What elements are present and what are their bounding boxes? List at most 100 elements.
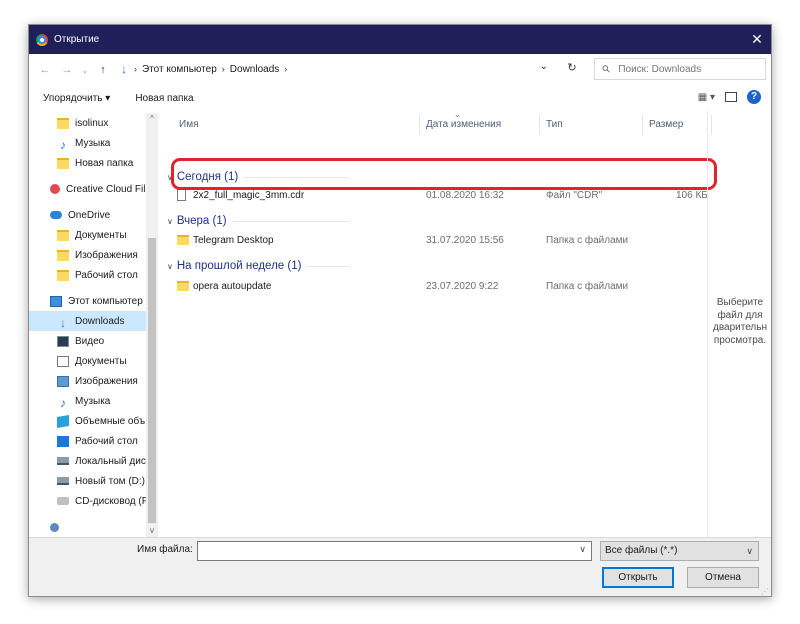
filetype-select[interactable]: Все файлы (*.*) ∨ <box>600 541 759 561</box>
folder-icon <box>177 281 189 291</box>
navigation-pane: isolinux ♪ Музыка Новая папка Creative Cl… <box>29 113 159 537</box>
drive-icon <box>57 477 69 485</box>
sidebar-item-music[interactable]: ♪ Музыка <box>29 133 146 153</box>
organize-button[interactable]: Упорядочить ▾ <box>43 93 110 104</box>
video-icon <box>57 335 69 347</box>
view-options-icon[interactable]: ▦ ▾ <box>698 92 715 103</box>
sidebar-item-video[interactable]: Видео <box>29 331 146 351</box>
group-divider <box>232 220 349 222</box>
search-box[interactable]: ⚲ <box>594 58 766 80</box>
filename-label: Имя файла: <box>137 544 193 555</box>
file-type: Папка с файлами <box>546 235 629 246</box>
file-list: ⌄ Имя Дата изменения Тип Размер ∨ Сегодн… <box>159 110 712 537</box>
folder-row[interactable]: Telegram Desktop 31.07.2020 15:56 Папка … <box>171 231 696 251</box>
toolbar: Упорядочить ▾ Новая папка ▦ ▾ ? <box>29 86 771 111</box>
filename-input[interactable] <box>198 542 568 560</box>
open-file-dialog: Открытие ✕ ← → ⌄ ↑ ↓ › Этот компьютер › … <box>28 24 772 597</box>
column-headers: ⌄ Имя Дата изменения Тип Размер <box>159 110 712 139</box>
column-type[interactable]: Тип <box>546 119 563 130</box>
help-icon[interactable]: ? <box>747 90 761 104</box>
folder-icon <box>57 269 69 281</box>
file-date: 01.08.2020 16:32 <box>426 190 504 201</box>
column-separator[interactable] <box>539 115 540 135</box>
forward-button[interactable]: → <box>59 62 75 78</box>
dialog-footer: Имя файла: ∨ Все файлы (*.*) ∨ Открыть О… <box>29 537 771 596</box>
file-name: opera autoupdate <box>193 281 272 292</box>
cancel-button[interactable]: Отмена <box>687 567 759 588</box>
chevron-down-icon[interactable]: ∨ <box>579 544 586 555</box>
sidebar-item-onedrive[interactable]: OneDrive <box>29 205 146 225</box>
scroll-down-icon[interactable]: v <box>146 525 158 537</box>
recent-locations-button[interactable]: ⌄ <box>77 62 93 78</box>
sidebar-item-onedrive-images[interactable]: Изображения <box>29 245 146 265</box>
download-icon: ↓ <box>121 62 127 76</box>
address-dropdown-icon[interactable]: ⌄ <box>540 61 548 72</box>
folder-icon <box>57 249 69 261</box>
column-separator[interactable] <box>642 115 643 135</box>
group-header-yesterday[interactable]: ∨ Вчера (1) <box>167 213 349 229</box>
sidebar-item-images[interactable]: Изображения <box>29 371 146 391</box>
sidebar-item-desktop[interactable]: Рабочий стол <box>29 431 146 451</box>
scroll-up-icon[interactable]: ^ <box>146 113 158 125</box>
column-size[interactable]: Размер <box>649 119 683 130</box>
sidebar-item-cd-drive[interactable]: CD-дисковод (F <box>29 491 146 511</box>
group-header-last-week[interactable]: ∨ На прошлой неделе (1) <box>167 258 349 274</box>
sidebar-item-network-partial[interactable] <box>29 517 146 537</box>
scrollbar-thumb[interactable] <box>148 238 156 523</box>
column-separator[interactable] <box>419 115 420 135</box>
folder-icon <box>177 235 189 245</box>
group-header-today[interactable]: ∨ Сегодня (1) <box>167 169 349 185</box>
navigation-bar: ← → ⌄ ↑ ↓ › Этот компьютер › Downloads ›… <box>29 54 771 86</box>
new-folder-button[interactable]: Новая папка <box>135 93 193 104</box>
file-name: 2x2_full_magic_3mm.cdr <box>193 190 305 201</box>
computer-icon <box>50 295 62 307</box>
address-separator: › <box>134 64 137 74</box>
preview-message: Выберите файл для дварительн просмотра. <box>712 297 767 346</box>
image-icon <box>57 375 69 387</box>
chrome-icon <box>36 33 48 46</box>
file-date: 23.07.2020 9:22 <box>426 281 499 292</box>
local-disk-icon <box>57 457 69 465</box>
address-segment-computer[interactable]: Этот компьютер <box>142 64 217 75</box>
folder-row[interactable]: opera autoupdate 23.07.2020 9:22 Папка с… <box>171 277 696 297</box>
sidebar-item-this-pc[interactable]: Этот компьютер <box>29 291 146 311</box>
file-size: 106 КБ <box>676 190 708 201</box>
sidebar-item-volume-d[interactable]: Новый том (D:) <box>29 471 146 491</box>
open-button[interactable]: Открыть <box>602 567 674 588</box>
address-separator: › <box>221 64 225 74</box>
sidebar-item-music-pc[interactable]: ♪ Музыка <box>29 391 146 411</box>
sidebar-item-creative-cloud[interactable]: Creative Cloud Fil <box>29 179 146 199</box>
folder-icon <box>57 157 69 169</box>
refresh-button[interactable]: ↻ <box>564 61 580 77</box>
column-date[interactable]: Дата изменения <box>426 119 501 130</box>
resize-grip-icon[interactable]: ⋰ <box>761 587 769 596</box>
view-controls: ▦ ▾ ? <box>698 90 761 104</box>
sidebar-scrollbar[interactable]: ^ v <box>146 113 158 537</box>
close-button[interactable]: ✕ <box>749 31 765 47</box>
sidebar-item-downloads[interactable]: ↓ Downloads <box>29 311 146 331</box>
filename-combobox[interactable]: ∨ <box>197 541 592 561</box>
sidebar-item-local-disk[interactable]: Локальный дис <box>29 451 146 471</box>
address-segment-downloads[interactable]: Downloads <box>230 64 279 75</box>
back-button[interactable]: ← <box>37 62 53 78</box>
up-button[interactable]: ↑ <box>95 62 111 78</box>
search-input[interactable] <box>618 63 749 75</box>
sidebar-item-3d-objects[interactable]: Объемные объ <box>29 411 146 431</box>
chevron-down-icon: ∨ <box>167 172 173 182</box>
preview-pane: Выберите файл для дварительн просмотра. <box>707 111 771 537</box>
column-name[interactable]: Имя <box>179 119 198 130</box>
sidebar-item-new-folder[interactable]: Новая папка <box>29 153 146 173</box>
chevron-down-icon: ∨ <box>746 546 753 556</box>
preview-pane-icon[interactable] <box>725 92 737 102</box>
sort-indicator-icon: ⌄ <box>454 110 461 119</box>
sidebar-item-isolinux[interactable]: isolinux <box>29 113 146 133</box>
document-icon <box>57 355 69 367</box>
sidebar-item-onedrive-desktop[interactable]: Рабочий стол <box>29 265 146 285</box>
address-bar[interactable]: ↓ › Этот компьютер › Downloads › ⌄ <box>121 58 556 80</box>
creative-cloud-icon <box>50 184 60 194</box>
3d-objects-icon <box>57 414 69 428</box>
sidebar-item-documents[interactable]: Документы <box>29 351 146 371</box>
sidebar-item-onedrive-documents[interactable]: Документы <box>29 225 146 245</box>
folder-icon <box>57 117 69 129</box>
file-row[interactable]: 2x2_full_magic_3mm.cdr 01.08.2020 16:32 … <box>171 186 708 206</box>
